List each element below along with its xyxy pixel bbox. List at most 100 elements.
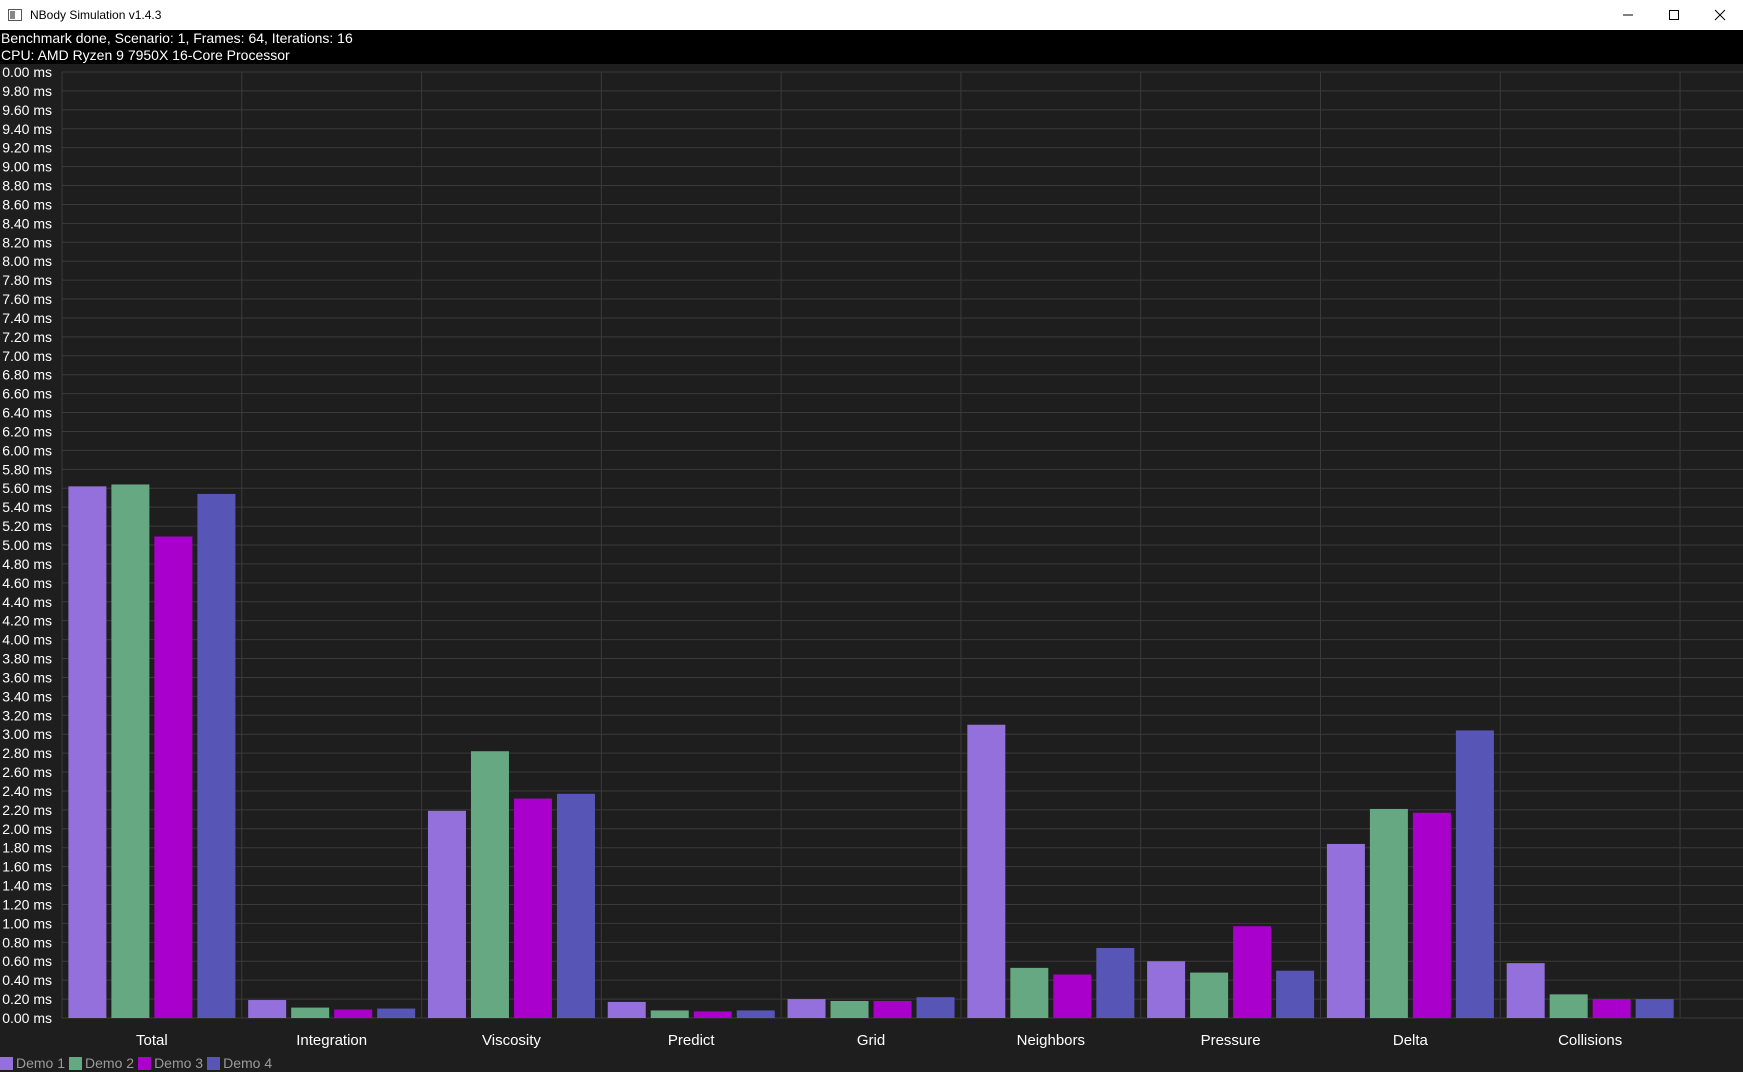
bar-demo-4-pressure bbox=[1276, 970, 1315, 1018]
y-tick-label: 9.60 ms bbox=[2, 102, 52, 118]
y-tick-label: 2.80 ms bbox=[2, 745, 52, 761]
y-tick-label: 6.40 ms bbox=[2, 405, 52, 421]
legend-label: Demo 2 bbox=[85, 1055, 135, 1071]
bar-demo-2-pressure bbox=[1190, 972, 1229, 1018]
y-tick-label: 7.40 ms bbox=[2, 310, 52, 326]
legend-item: Demo 1 bbox=[0, 1055, 65, 1071]
bar-demo-3-pressure bbox=[1233, 926, 1272, 1018]
x-category-label: Delta bbox=[1393, 1032, 1429, 1049]
chart-legend: Demo 1 Demo 2 Demo 3 Demo 4 bbox=[0, 1054, 276, 1072]
y-tick-label: 8.40 ms bbox=[2, 215, 52, 231]
x-category-label: Integration bbox=[296, 1032, 367, 1049]
bar-demo-3-integration bbox=[334, 1009, 373, 1018]
y-tick-label: 1.20 ms bbox=[2, 896, 52, 912]
y-tick-label: 1.80 ms bbox=[2, 840, 52, 856]
y-tick-label: 4.80 ms bbox=[2, 556, 52, 572]
x-category-label: Predict bbox=[668, 1032, 716, 1049]
y-tick-label: 9.40 ms bbox=[2, 121, 52, 137]
y-tick-label: 2.20 ms bbox=[2, 802, 52, 818]
y-tick-label: 5.80 ms bbox=[2, 461, 52, 477]
y-tick-label: 6.00 ms bbox=[2, 442, 52, 458]
bar-demo-4-total bbox=[197, 493, 236, 1018]
x-category-label: Viscosity bbox=[482, 1032, 541, 1049]
x-category-label: Neighbors bbox=[1017, 1032, 1085, 1049]
y-tick-label: 2.00 ms bbox=[2, 821, 52, 837]
bar-demo-3-neighbors bbox=[1053, 974, 1092, 1018]
legend-label: Demo 3 bbox=[154, 1055, 204, 1071]
y-tick-label: 0.60 ms bbox=[2, 953, 52, 969]
close-button[interactable] bbox=[1697, 0, 1743, 30]
bar-demo-4-grid bbox=[916, 997, 955, 1018]
maximize-button[interactable] bbox=[1651, 0, 1697, 30]
y-tick-label: 8.20 ms bbox=[2, 234, 52, 250]
y-tick-label: 4.00 ms bbox=[2, 632, 52, 648]
y-tick-label: 0.00 ms bbox=[2, 64, 52, 80]
legend-swatch bbox=[69, 1056, 83, 1070]
x-category-label: Grid bbox=[857, 1032, 885, 1049]
benchmark-bar-chart: 0.00 ms 9.80 ms 9.60 ms 9.40 ms 9.20 ms 9.00 … bbox=[2, 64, 1743, 1049]
maximize-icon bbox=[1669, 10, 1679, 20]
bar-demo-4-integration bbox=[377, 1008, 416, 1018]
legend-item: Demo 3 bbox=[138, 1055, 203, 1071]
bar-demo-4-viscosity bbox=[556, 793, 595, 1018]
legend-label: Demo 4 bbox=[223, 1055, 273, 1071]
y-tick-label: 3.60 ms bbox=[2, 669, 52, 685]
benchmark-status: Benchmark done, Scenario: 1, Frames: 64,… bbox=[1, 30, 353, 46]
bar-demo-2-predict bbox=[650, 1010, 689, 1018]
y-tick-label: 3.20 ms bbox=[2, 707, 52, 723]
y-tick-label: 7.00 ms bbox=[2, 348, 52, 364]
y-tick-label: 1.60 ms bbox=[2, 859, 52, 875]
y-tick-label: 0.20 ms bbox=[2, 991, 52, 1007]
bar-demo-3-collisions bbox=[1592, 999, 1631, 1018]
y-tick-label: 2.40 ms bbox=[2, 783, 52, 799]
y-tick-label: 5.00 ms bbox=[2, 537, 52, 553]
y-tick-label: 7.60 ms bbox=[2, 291, 52, 307]
bar-demo-3-grid bbox=[873, 1000, 912, 1018]
y-tick-label: 4.40 ms bbox=[2, 594, 52, 610]
bar-demo-4-predict bbox=[736, 1010, 775, 1018]
y-tick-label: 0.00 ms bbox=[2, 1010, 52, 1026]
close-icon bbox=[1714, 9, 1726, 21]
bar-demo-3-predict bbox=[693, 1011, 732, 1018]
app-icon bbox=[8, 9, 22, 21]
y-tick-label: 4.20 ms bbox=[2, 613, 52, 629]
bar-demo-2-delta bbox=[1369, 808, 1408, 1018]
bar-demo-2-collisions bbox=[1549, 994, 1588, 1018]
y-tick-label: 9.20 ms bbox=[2, 140, 52, 156]
cpu-info: CPU: AMD Ryzen 9 7950X 16-Core Processor bbox=[1, 47, 290, 63]
y-tick-label: 1.00 ms bbox=[2, 915, 52, 931]
bar-demo-3-delta bbox=[1412, 812, 1451, 1018]
legend-label: Demo 1 bbox=[16, 1055, 66, 1071]
bar-demo-2-integration bbox=[291, 1007, 330, 1018]
bar-demo-1-pressure bbox=[1147, 961, 1186, 1018]
bar-demo-1-neighbors bbox=[967, 724, 1006, 1018]
bar-demo-2-total bbox=[111, 484, 150, 1018]
bar-demo-1-integration bbox=[248, 1000, 287, 1018]
bar-demo-3-total bbox=[154, 536, 193, 1018]
y-tick-label: 2.60 ms bbox=[2, 764, 52, 780]
y-tick-label: 8.00 ms bbox=[2, 253, 52, 269]
legend-swatch bbox=[0, 1056, 13, 1070]
y-tick-label: 5.40 ms bbox=[2, 499, 52, 515]
y-tick-label: 0.80 ms bbox=[2, 934, 52, 950]
bar-demo-1-viscosity bbox=[427, 810, 466, 1018]
y-tick-label: 6.20 ms bbox=[2, 423, 52, 439]
bar-demo-2-neighbors bbox=[1010, 967, 1049, 1018]
window-title: NBody Simulation v1.4.3 bbox=[30, 8, 162, 22]
y-tick-label: 7.80 ms bbox=[2, 272, 52, 288]
legend-item: Demo 4 bbox=[207, 1055, 272, 1071]
x-category-label: Pressure bbox=[1201, 1032, 1261, 1049]
bar-demo-4-neighbors bbox=[1096, 947, 1135, 1018]
y-tick-label: 0.40 ms bbox=[2, 972, 52, 988]
y-tick-label: 6.60 ms bbox=[2, 386, 52, 402]
bar-demo-4-collisions bbox=[1635, 999, 1674, 1018]
minimize-button[interactable] bbox=[1605, 0, 1651, 30]
legend-swatch bbox=[207, 1056, 221, 1070]
bar-demo-4-delta bbox=[1455, 730, 1494, 1018]
minimize-icon bbox=[1623, 14, 1633, 16]
bar-demo-1-predict bbox=[607, 1001, 646, 1018]
benchmark-info: Benchmark done, Scenario: 1, Frames: 64,… bbox=[0, 30, 1743, 64]
y-tick-label: 3.80 ms bbox=[2, 651, 52, 667]
x-category-label: Total bbox=[136, 1032, 168, 1049]
bar-demo-2-viscosity bbox=[470, 751, 509, 1018]
